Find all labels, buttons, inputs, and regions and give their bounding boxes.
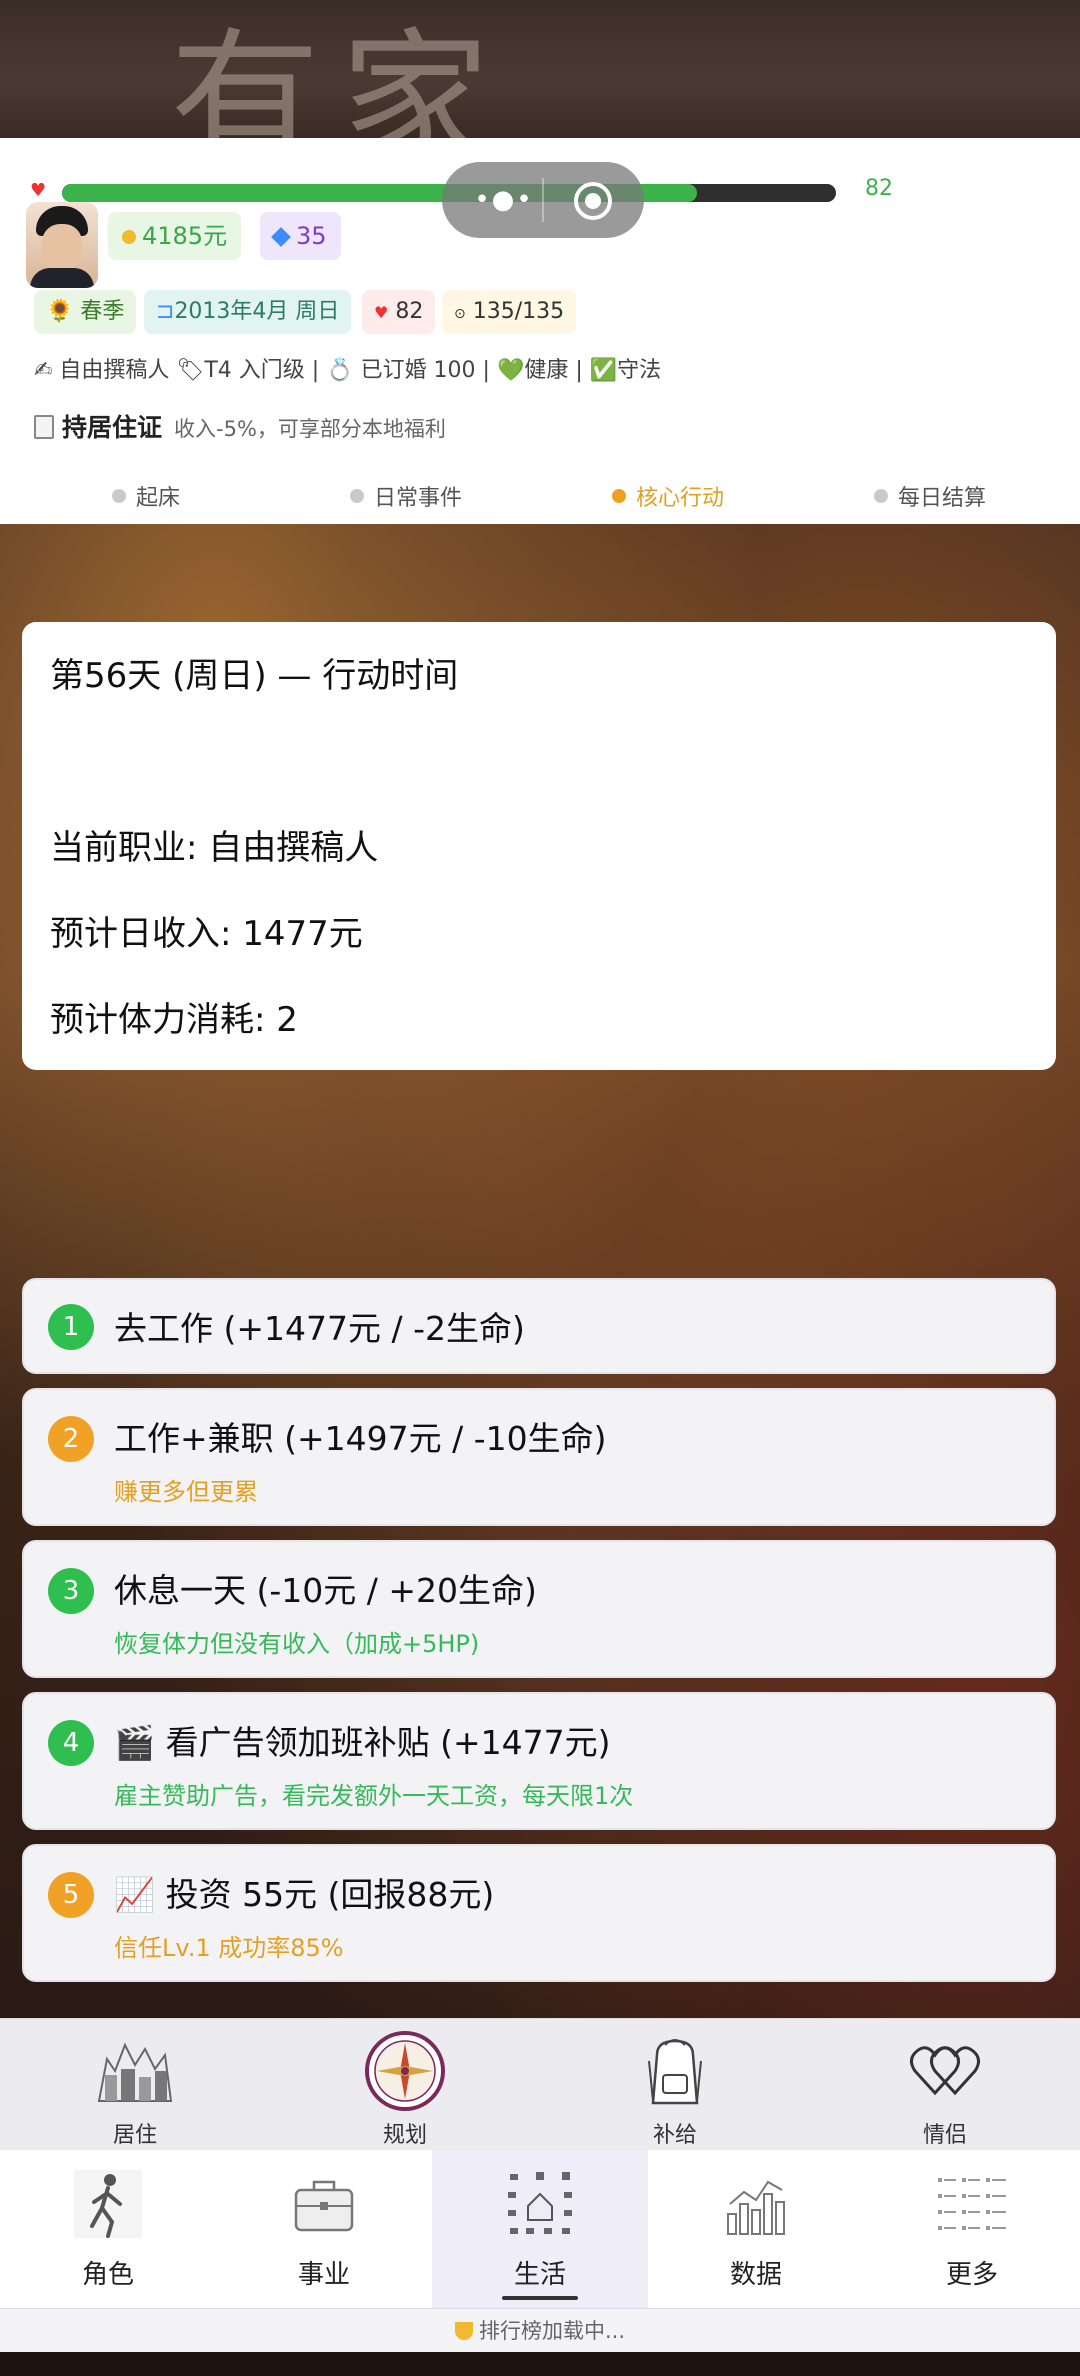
- heart-icon: ♥: [30, 180, 47, 201]
- date-tag: ⊐2013年4月 周日: [144, 290, 352, 334]
- expected-income: 预计日收入: 1477元: [50, 914, 363, 954]
- calendar-icon: ⊐: [156, 299, 175, 324]
- option-number-badge: 5: [48, 1872, 94, 1918]
- subnav-couple[interactable]: 情侣: [810, 2019, 1080, 2151]
- option-subtitle: 雇主赞助广告，看完发额外一天工资，每天限1次: [114, 1782, 634, 1810]
- hp-value: 82: [865, 176, 893, 201]
- list-icon: [938, 2178, 1006, 2230]
- nav-data[interactable]: 数据: [648, 2150, 864, 2308]
- background-photo-top: 有家: [0, 0, 1080, 138]
- avatar[interactable]: [26, 202, 98, 288]
- active-tab-indicator: [502, 2296, 578, 2300]
- chart-icon: [727, 2180, 785, 2235]
- option-watch-ad-bonus[interactable]: 4 🎬 看广告领加班补贴 (+1477元) 雇主赞助广告，看完发额外一天工资，每…: [22, 1692, 1056, 1830]
- option-number-badge: 2: [48, 1416, 94, 1462]
- option-subtitle: 赚更多但更累: [114, 1478, 258, 1506]
- status-header: ♥ 82 •●• 4185元 35 🌻 春季 ⊐2013年4月 周日 ♥ 82 …: [0, 138, 1080, 524]
- nav-life[interactable]: 生活: [432, 2150, 648, 2308]
- subnav-planning[interactable]: 规划: [270, 2019, 540, 2151]
- capsule-divider: [542, 178, 544, 222]
- close-target-icon[interactable]: [574, 182, 612, 220]
- subnav-supplies[interactable]: 补给: [540, 2019, 810, 2151]
- option-work-plus-parttime[interactable]: 2 工作+兼职 (+1497元 / -10生命) 赚更多但更累: [22, 1388, 1056, 1526]
- step-daily-events: 日常事件: [350, 480, 462, 512]
- option-subtitle: 恢复体力但没有收入（加成+5HP): [114, 1630, 480, 1658]
- more-menu-icon[interactable]: •●•: [464, 182, 544, 218]
- character-info-line: ✍ 自由撰稿人 🏷T4 入门级 | 💍 已订婚 100 | 💚健康 | ✅守法: [34, 358, 662, 383]
- option-invest[interactable]: 5 📈 投资 55元 (回报88元) 信任Lv.1 成功率85%: [22, 1844, 1056, 1982]
- day-title: 第56天 (周日) — 行动时间: [50, 656, 459, 696]
- main-navigation: 角色 事业 生活 数据 更多: [0, 2150, 1080, 2308]
- affection-tag: ♥ 82: [362, 290, 436, 334]
- life-icon: [508, 2172, 572, 2234]
- money-badge: 4185元: [108, 212, 242, 260]
- trophy-icon: [454, 2322, 473, 2340]
- nav-character[interactable]: 角色: [0, 2150, 216, 2308]
- expected-stamina: 预计体力消耗: 2: [50, 1000, 298, 1040]
- nav-career[interactable]: 事业: [216, 2150, 432, 2308]
- option-title: 去工作 (+1477元 / -2生命): [114, 1309, 525, 1348]
- step-core-action: 核心行动: [612, 480, 724, 512]
- energy-icon: ⊙: [454, 306, 466, 322]
- option-rest-day[interactable]: 3 休息一天 (-10元 / +20生命) 恢复体力但没有收入（加成+5HP): [22, 1540, 1056, 1678]
- subnav-residence[interactable]: 居住: [0, 2019, 270, 2151]
- season-tag: 🌻 春季: [34, 290, 137, 334]
- leaderboard-status[interactable]: 排行榜加载中...: [0, 2308, 1080, 2352]
- option-title: 📈 投资 55元 (回报88元): [114, 1875, 495, 1914]
- gem-badge: 35: [260, 212, 341, 260]
- heart-icon: ♥: [374, 303, 389, 322]
- walker-icon: [74, 2170, 142, 2238]
- option-go-to-work[interactable]: 1 去工作 (+1477元 / -2生命): [22, 1278, 1056, 1374]
- day-summary-card: 第56天 (周日) — 行动时间 当前职业: 自由撰稿人 预计日收入: 1477…: [22, 622, 1056, 1070]
- briefcase-icon: [294, 2180, 354, 2232]
- backpack-icon: [648, 2039, 702, 2105]
- option-number-badge: 1: [48, 1304, 94, 1350]
- current-job: 当前职业: 自由撰稿人: [50, 828, 379, 868]
- option-title: 🎬 看广告领加班补贴 (+1477元): [114, 1723, 611, 1762]
- sub-navigation: 居住 规划 补给 情侣: [0, 2018, 1080, 2150]
- step-wake-up: 起床: [112, 480, 180, 512]
- option-title: 休息一天 (-10元 / +20生命): [114, 1571, 537, 1610]
- background-photo-bottom: [0, 2352, 1080, 2376]
- option-title: 工作+兼职 (+1497元 / -10生命): [114, 1419, 607, 1458]
- residence-status: 持居住证 收入-5%，可享部分本地福利: [34, 408, 446, 444]
- hearts-icon: [910, 2046, 980, 2096]
- option-number-badge: 3: [48, 1568, 94, 1614]
- option-number-badge: 4: [48, 1720, 94, 1766]
- nav-more[interactable]: 更多: [864, 2150, 1080, 2308]
- city-icon: [97, 2042, 173, 2102]
- storefront-sign: 有家: [170, 15, 511, 138]
- day-phase-steps: 起床 日常事件 核心行动 每日结算: [0, 468, 1080, 518]
- option-subtitle: 信任Lv.1 成功率85%: [114, 1934, 344, 1962]
- compass-icon: [365, 2031, 445, 2111]
- coin-icon: [122, 230, 136, 244]
- energy-tag: ⊙ 135/135: [442, 290, 577, 334]
- miniprogram-capsule[interactable]: •●•: [442, 162, 644, 238]
- document-icon: [34, 415, 54, 439]
- diamond-icon: [271, 227, 291, 247]
- step-daily-settlement: 每日结算: [874, 480, 986, 512]
